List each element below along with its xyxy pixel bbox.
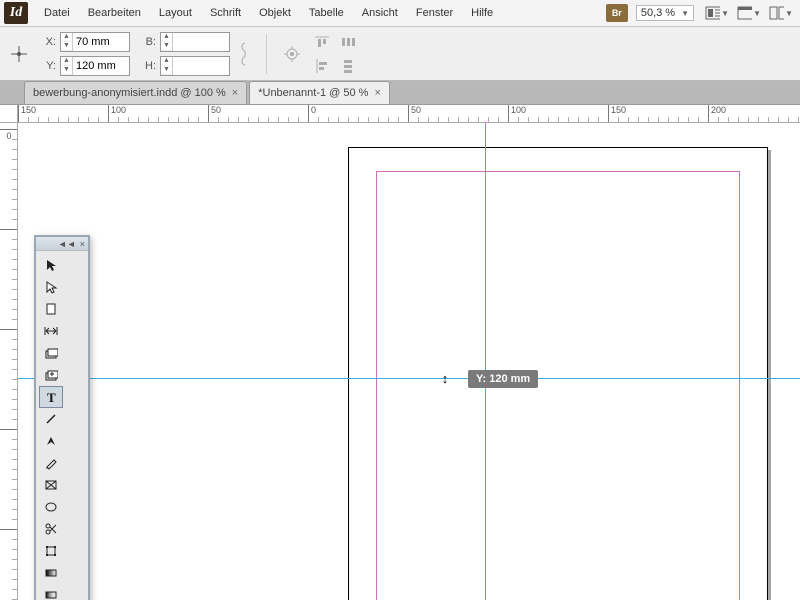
drag-cursor-icon: ↕ [438,371,452,385]
document-tabs: bewerbung-anonymisiert.indd @ 100 % × *U… [0,81,800,105]
page-tool[interactable] [39,298,63,320]
zoom-value: 50,3 % [641,7,675,19]
guide-vertical[interactable] [485,123,486,600]
bridge-icon[interactable]: Br [606,4,628,22]
ruler-origin[interactable] [0,105,18,123]
y-input[interactable]: ▲▼ [60,56,130,76]
coordinate-tooltip: Y: 120 mm [468,370,538,388]
effects-icon[interactable] [281,44,303,64]
ruler-horizontal[interactable]: 15010050050100150200 [18,105,800,123]
selection-tool[interactable] [39,254,63,276]
control-bar: X: ▲▼ Y: ▲▼ B: ▲▼ H: ▲▼ [0,27,800,81]
close-icon[interactable]: × [232,87,238,99]
zoom-level[interactable]: 50,3 % ▼ [636,5,694,21]
workspace: 15010050050100150200 0 ↕ Y: 120 mm ◄◄ × … [0,105,800,600]
svg-text:T: T [47,390,56,404]
close-icon[interactable]: × [80,239,85,249]
w-input[interactable]: ▲▼ [160,32,230,52]
reference-point-icon[interactable] [8,43,30,65]
margin-guides [376,171,740,600]
toolbox-header[interactable]: ◄◄ × [36,237,88,251]
direct-selection-tool[interactable] [39,276,63,298]
ruler-vertical[interactable]: 0 [0,123,18,600]
line-tool[interactable] [39,408,63,430]
h-input[interactable]: ▲▼ [160,56,230,76]
align-top-icon[interactable] [311,32,333,52]
tab-label: bewerbung-anonymisiert.indd @ 100 % [33,87,226,99]
menu-table[interactable]: Tabelle [301,3,352,23]
y-label: Y: [38,60,56,72]
screen-mode-icon[interactable]: ▼ [736,3,762,23]
menu-view[interactable]: Ansicht [354,3,406,23]
constrain-icon[interactable] [238,36,252,72]
y-field[interactable] [73,57,129,75]
menu-edit[interactable]: Bearbeiten [80,3,149,23]
menubar: Id Datei Bearbeiten Layout Schrift Objek… [0,0,800,27]
menu-window[interactable]: Fenster [408,3,461,23]
arrange-icon[interactable]: ▼ [768,3,794,23]
menu-help[interactable]: Hilfe [463,3,501,23]
scissors-tool[interactable] [39,518,63,540]
chevron-down-icon: ▼ [681,9,689,18]
x-field[interactable] [73,33,129,51]
x-label: X: [38,36,56,48]
distribute-v-icon[interactable] [337,56,359,76]
menu-layout[interactable]: Layout [151,3,200,23]
x-input[interactable]: ▲▼ [60,32,130,52]
h-field[interactable] [173,57,229,75]
gradient-feather-tool[interactable] [39,584,63,600]
align-left-icon[interactable] [311,56,333,76]
distribute-h-icon[interactable] [337,32,359,52]
gap-tool[interactable] [39,320,63,342]
menu-object[interactable]: Objekt [251,3,299,23]
content-placer-tool[interactable] [39,364,63,386]
rectangle-frame-tool[interactable] [39,474,63,496]
collapse-icon[interactable]: ◄◄ [58,239,76,249]
tab-document-1[interactable]: bewerbung-anonymisiert.indd @ 100 % × [24,81,247,104]
tab-document-2[interactable]: *Unbenannt-1 @ 50 % × [249,81,390,104]
menu-type[interactable]: Schrift [202,3,249,23]
tab-label: *Unbenannt-1 @ 50 % [258,87,368,99]
pencil-tool[interactable] [39,452,63,474]
pen-tool[interactable] [39,430,63,452]
type-tool[interactable]: T [39,386,63,408]
guide-horizontal[interactable] [18,378,800,379]
free-transform-tool[interactable] [39,540,63,562]
content-collector-tool[interactable] [39,342,63,364]
view-options-icon[interactable]: ▼ [704,3,730,23]
canvas[interactable]: ↕ Y: 120 mm [18,123,800,600]
h-label: H: [138,60,156,72]
menu-file[interactable]: Datei [36,3,78,23]
close-icon[interactable]: × [374,87,380,99]
ellipse-tool[interactable] [39,496,63,518]
w-label: B: [138,36,156,48]
toolbox[interactable]: ◄◄ × T [34,235,90,600]
w-field[interactable] [173,33,229,51]
gradient-swatch-tool[interactable] [39,562,63,584]
app-logo: Id [4,2,28,24]
